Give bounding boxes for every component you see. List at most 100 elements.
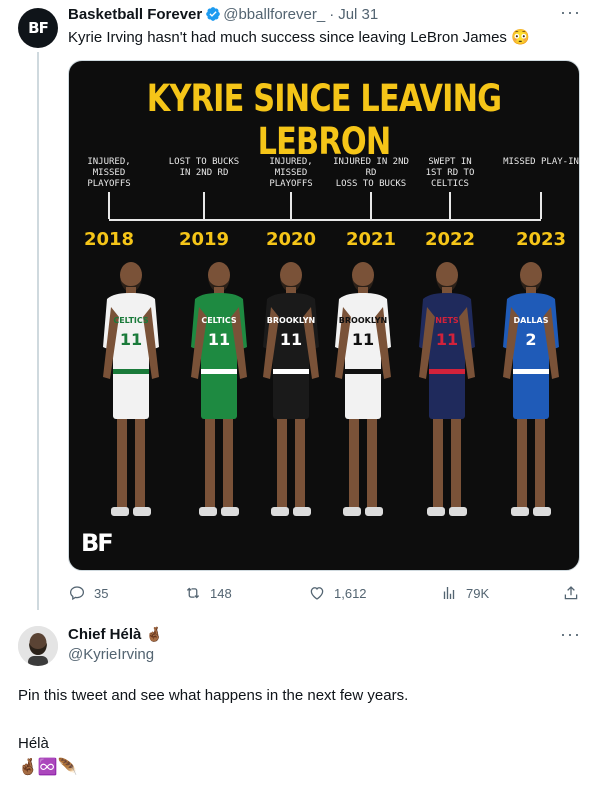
player-shape [135, 419, 145, 509]
player-shape [511, 507, 529, 516]
player-figure-2018: CELTICS 11 [103, 262, 159, 516]
timeline-label-2020: INJURED, MISSED PLAYOFFS [251, 157, 331, 190]
tweet-date[interactable]: Jul 31 [338, 6, 378, 23]
like-button[interactable]: 1,612 [308, 584, 367, 602]
player-shape [449, 507, 467, 516]
jersey-team-text: NETS [435, 316, 459, 325]
timeline-tick [449, 192, 451, 219]
jersey-number-text: 11 [280, 330, 302, 349]
timeline-label-line: LOST TO BUCKS [168, 157, 240, 167]
jersey-team-text: CELTICS [201, 316, 237, 325]
timeline-label-line: MISSED PLAYOFFS [87, 168, 131, 189]
player-shape [199, 507, 217, 516]
player-shape [293, 507, 311, 516]
player-shape [513, 369, 549, 419]
share-button[interactable] [562, 584, 580, 602]
reply-more-options-icon[interactable]: ··· [560, 624, 581, 645]
timeline-label-2022: SWEPT IN 1ST RD TO CELTICS [410, 157, 490, 190]
share-icon [564, 586, 578, 600]
timeline-tick [290, 192, 292, 219]
jersey-number-text: 11 [436, 330, 458, 349]
player-shape [345, 369, 381, 374]
author-avatar[interactable]: BF [18, 8, 58, 48]
jersey-number-text: 11 [352, 330, 374, 349]
player-shape [451, 419, 461, 509]
jersey-team-text: BROOKLYN [339, 316, 387, 325]
player-shape [295, 419, 305, 509]
player-figure-2021: BROOKLYN 11 [335, 262, 391, 516]
author-handle[interactable]: @bballforever_ [223, 6, 325, 23]
author-name[interactable]: Basketball Forever [68, 6, 202, 23]
tweet-text-body: Kyrie Irving hasn't had much success sin… [68, 29, 507, 46]
player-shape [113, 369, 149, 374]
jersey-number-text: 2 [525, 330, 536, 349]
jersey-team-text: BROOKLYN [267, 316, 315, 325]
timeline-label-line: LOSS TO BUCKS [335, 179, 407, 189]
timeline-label-line: INJURED, [269, 157, 313, 167]
player-shape [365, 507, 383, 516]
bf-watermark: BF [81, 529, 114, 557]
like-count: 1,612 [334, 585, 367, 601]
timeline-label-line: IN 2ND RD [179, 168, 229, 178]
crossed-fingers-emoji: 🤞🏾 [145, 626, 164, 642]
player-shape [427, 507, 445, 516]
reply-text-line1: Pin this tweet and see what happens in t… [18, 687, 409, 704]
timeline-year: 2018 [83, 229, 135, 250]
player-shape [349, 419, 359, 509]
jersey-number-text: 11 [120, 330, 142, 349]
reply-text-line2: Hélà [18, 735, 49, 752]
retweet-count: 148 [210, 585, 232, 601]
timeline-label-line: 1ST RD TO CELTICS [425, 168, 475, 189]
tweet-actions: 35 148 1,612 79K [68, 584, 580, 604]
jersey-number-text: 11 [208, 330, 230, 349]
reply-header: Chief Hélà 🤞🏾 [68, 626, 163, 644]
timeline-year: 2023 [515, 229, 567, 250]
player-shape [433, 419, 443, 509]
more-options-icon[interactable]: ··· [560, 2, 581, 23]
timeline-tick [203, 192, 205, 219]
tweet-image[interactable]: KYRIE SINCE LEAVING LEBRON INJURED, MISSE… [68, 60, 580, 571]
thread-line [37, 52, 39, 610]
timeline-label-line: INJURED IN 2ND RD [333, 157, 409, 178]
player-shape [513, 369, 549, 374]
separator-dot: · [329, 6, 335, 23]
player-shape [277, 419, 287, 509]
timeline-year: 2021 [345, 229, 397, 250]
player-shape [201, 369, 237, 374]
player-shape [223, 419, 233, 509]
reply-icon [69, 586, 85, 601]
player-shape [111, 507, 129, 516]
reply-count: 35 [94, 585, 109, 601]
player-shape [273, 369, 309, 419]
player-figure-2022: NETS 11 [419, 262, 475, 516]
player-shape [429, 369, 465, 419]
views-count: 79K [466, 585, 490, 601]
person-avatar-icon [18, 626, 58, 666]
player-shape [271, 507, 289, 516]
views-button[interactable]: 79K [440, 584, 489, 602]
reply-emoji-line: 🤞🏾♾️🪶 [18, 759, 78, 776]
player-shape [133, 507, 151, 516]
timeline-year: 2022 [424, 229, 476, 250]
retweet-button[interactable]: 148 [184, 584, 232, 602]
tweet-text: Kyrie Irving hasn't had much success sin… [68, 28, 530, 48]
timeline-tick [108, 192, 110, 219]
player-shape [221, 507, 239, 516]
timeline-label-line: MISSED PLAY-IN [503, 157, 579, 167]
timeline-label-line: SWEPT IN [428, 157, 472, 167]
reply-author-handle[interactable]: @KyrieIrving [68, 646, 154, 663]
timeline-label-line: INJURED, [87, 157, 131, 167]
timeline-label-2019: LOST TO BUCKS IN 2ND RD [164, 157, 244, 179]
reply-author-avatar[interactable] [18, 626, 58, 666]
timeline-tick [370, 192, 372, 219]
tweet-header: Basketball Forever @bballforever_ · Jul 31 [68, 6, 378, 24]
verified-badge-icon [206, 7, 221, 21]
flushed-emoji: 😳 [511, 29, 530, 46]
player-shape [201, 369, 237, 419]
reply-author-name[interactable]: Chief Hélà [68, 626, 141, 643]
timeline-label-2018: INJURED, MISSED PLAYOFFS [69, 157, 149, 190]
player-shape [117, 419, 127, 509]
player-shape [113, 369, 149, 419]
reply-button[interactable]: 35 [68, 584, 108, 602]
heart-icon [310, 587, 324, 600]
